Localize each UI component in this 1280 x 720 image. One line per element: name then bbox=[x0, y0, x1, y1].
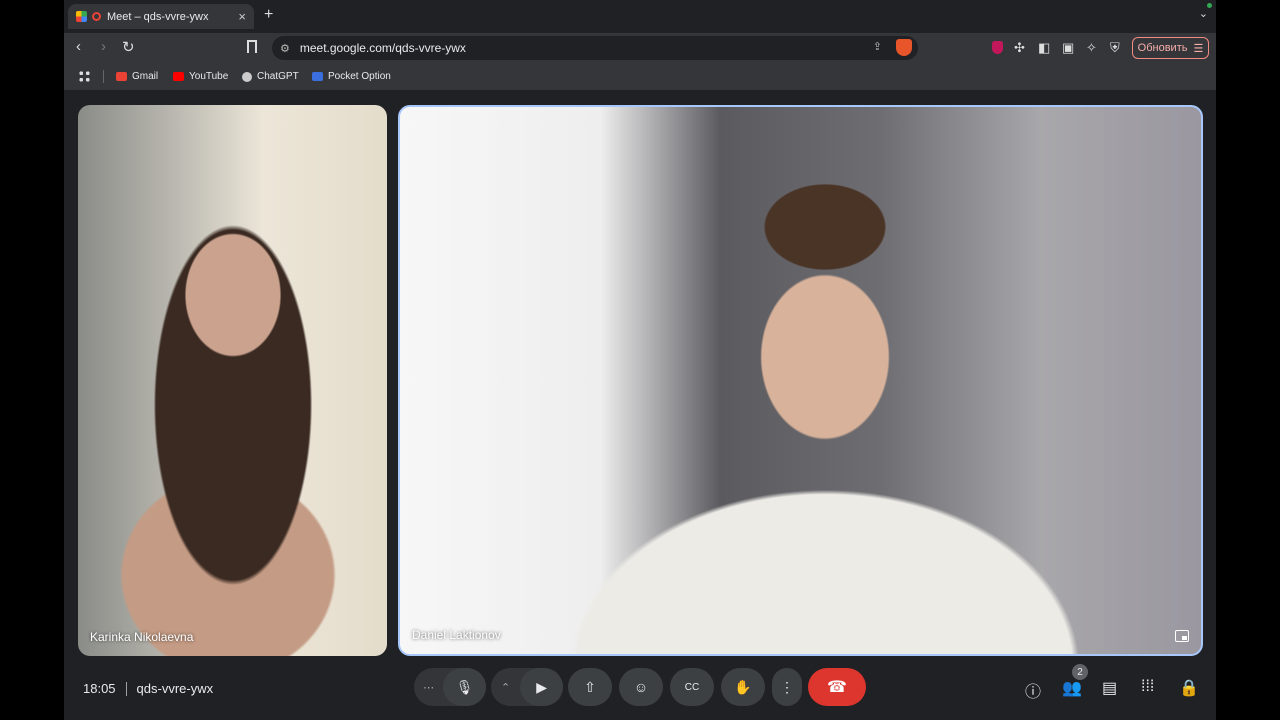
apps-grid-icon[interactable] bbox=[78, 70, 91, 83]
activities-icon[interactable]: ⁞⁞⁞ bbox=[1141, 678, 1154, 696]
ublock-icon[interactable] bbox=[992, 41, 1003, 54]
people-icon[interactable]: 👥 bbox=[1062, 678, 1082, 698]
chatgpt-icon bbox=[242, 71, 252, 82]
microphone-icon[interactable]: 🎙 bbox=[443, 668, 486, 706]
leo-ai-icon[interactable]: ✧ bbox=[1086, 40, 1097, 56]
meet-controls-bar: 18:05 qds-vvre-ywx ⋯ 🎙 ⌃ ▶ ⇧ ☺ CC ✋ ⋮ ☎ … bbox=[64, 664, 1216, 720]
meeting-info-icon[interactable]: ⓘ bbox=[1025, 678, 1041, 702]
youtube-icon bbox=[173, 72, 184, 81]
new-tab-button[interactable]: + bbox=[264, 6, 273, 24]
update-label: Обновить bbox=[1137, 42, 1188, 54]
current-time: 18:05 bbox=[83, 681, 116, 696]
bookmark-icon[interactable] bbox=[247, 40, 257, 53]
meeting-code: qds-vvre-ywx bbox=[136, 681, 214, 696]
participant-tile[interactable]: Karinka Nikolaevna bbox=[78, 105, 387, 656]
address-bar[interactable]: ⚙ meet.google.com/qds-vvre-ywx ⇪ bbox=[272, 36, 918, 60]
raise-hand-icon[interactable]: ✋ bbox=[721, 668, 765, 706]
host-controls-icon[interactable]: 🔒 bbox=[1179, 678, 1199, 698]
participant-tile-speaking[interactable]: Daniel Laktionov bbox=[398, 105, 1203, 656]
bookmark-label: Pocket Option bbox=[328, 71, 391, 82]
more-options-icon[interactable]: ⋮ bbox=[772, 668, 802, 706]
brave-shield-icon[interactable] bbox=[896, 39, 912, 56]
close-tab-icon[interactable]: × bbox=[238, 9, 246, 24]
site-info-icon[interactable]: ⚙ bbox=[280, 42, 290, 55]
bookmark-label: Gmail bbox=[132, 71, 159, 82]
recording-indicator-icon bbox=[92, 12, 101, 21]
tab-title: Meet – qds-vvre-ywx bbox=[107, 10, 209, 23]
mic-control-group: ⋯ 🎙 bbox=[414, 668, 486, 706]
status-dot bbox=[1207, 3, 1212, 8]
bookmark-pocket-option[interactable]: Pocket Option bbox=[312, 71, 391, 82]
emoji-reaction-icon[interactable]: ☺ bbox=[619, 668, 663, 706]
pocket-option-icon bbox=[312, 72, 323, 81]
captions-icon[interactable]: CC bbox=[670, 668, 714, 706]
menu-icon: ☰ bbox=[1193, 42, 1204, 55]
present-screen-icon[interactable]: ⇧ bbox=[568, 668, 612, 706]
meeting-details: 18:05 qds-vvre-ywx bbox=[83, 681, 213, 696]
bookmark-label: ChatGPT bbox=[257, 71, 299, 82]
wallet-icon[interactable]: ▣ bbox=[1062, 40, 1074, 56]
bookmarks-divider bbox=[103, 70, 104, 83]
end-call-icon[interactable]: ☎ bbox=[808, 668, 866, 706]
url-text: meet.google.com/qds-vvre-ywx bbox=[299, 41, 466, 55]
bookmark-gmail[interactable]: Gmail bbox=[116, 71, 158, 82]
bookmark-label: YouTube bbox=[189, 71, 229, 82]
forward-button[interactable]: › bbox=[101, 38, 106, 55]
reload-button[interactable]: ↻ bbox=[122, 38, 135, 56]
meet-stage: Karinka Nikolaevna Daniel Laktionov 18:0… bbox=[64, 90, 1216, 720]
bookmark-chatgpt[interactable]: ChatGPT bbox=[242, 71, 299, 82]
extensions-icon[interactable]: ✣ bbox=[1014, 40, 1025, 56]
audio-settings-icon[interactable]: ⋯ bbox=[414, 668, 443, 706]
chat-icon[interactable]: ▤ bbox=[1102, 678, 1117, 698]
meet-favicon-icon bbox=[76, 11, 87, 22]
participant-name: Karinka Nikolaevna bbox=[90, 630, 194, 644]
picture-in-picture-icon[interactable] bbox=[1175, 630, 1189, 642]
back-button[interactable]: ‹ bbox=[76, 38, 81, 55]
tab-strip: Meet – qds-vvre-ywx × + ⌄ bbox=[64, 0, 1216, 33]
sidebar-icon[interactable]: ◧ bbox=[1038, 40, 1050, 56]
camera-icon[interactable]: ▶ bbox=[520, 668, 563, 706]
divider bbox=[125, 681, 127, 696]
camera-control-group: ⌃ ▶ bbox=[491, 668, 563, 706]
browser-toolbar: ‹ › ↻ ⚙ meet.google.com/qds-vvre-ywx ⇪ ✣… bbox=[64, 33, 1216, 63]
bookmarks-bar: Gmail YouTube ChatGPT Pocket Option bbox=[64, 63, 1216, 90]
share-icon[interactable]: ⇪ bbox=[873, 40, 882, 53]
gmail-icon bbox=[116, 72, 127, 81]
update-button[interactable]: Обновить ☰ bbox=[1132, 37, 1209, 59]
people-count-badge: 2 bbox=[1072, 664, 1088, 680]
vpn-icon[interactable]: ⛨ bbox=[1110, 40, 1120, 56]
tab-search-icon[interactable]: ⌄ bbox=[1199, 7, 1208, 20]
browser-window: Meet – qds-vvre-ywx × + ⌄ ‹ › ↻ ⚙ meet.g… bbox=[64, 0, 1216, 720]
tab-meet[interactable]: Meet – qds-vvre-ywx × bbox=[68, 4, 254, 29]
chevron-up-icon[interactable]: ⌃ bbox=[491, 668, 520, 706]
bookmark-youtube[interactable]: YouTube bbox=[173, 71, 228, 82]
participant-name: Daniel Laktionov bbox=[412, 628, 501, 642]
